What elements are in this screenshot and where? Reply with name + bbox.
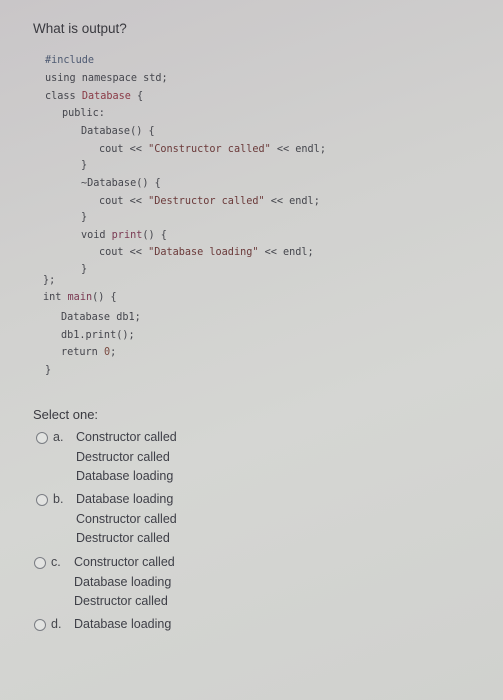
code-line: db1.print(); <box>61 330 135 341</box>
code-line: void print() { <box>81 230 167 241</box>
code-token: ~Database() { <box>81 178 161 189</box>
code-token: () { <box>142 230 167 241</box>
option-text-line: Constructor called <box>76 430 177 444</box>
code-token: return <box>61 347 104 358</box>
code-token: << endl; <box>270 144 326 155</box>
code-token: print <box>111 230 143 241</box>
option-text-line: Destructor called <box>74 594 168 609</box>
code-token: Database() { <box>81 126 155 137</box>
code-line: #include <box>45 55 94 66</box>
code-line: Database db1; <box>61 312 141 323</box>
code-token: class <box>45 91 82 102</box>
code-token: int <box>43 292 68 303</box>
code-line: int main() { <box>43 292 117 303</box>
code-token: void <box>81 230 112 241</box>
code-line: class Database { <box>45 91 143 102</box>
code-token: cout << <box>99 144 149 155</box>
option-letter: a. <box>53 430 64 444</box>
code-token: main <box>67 292 93 303</box>
option-letter: b. <box>53 492 64 506</box>
radio-button[interactable] <box>36 432 48 444</box>
code-line: } <box>81 212 87 223</box>
code-line: cout << "Constructor called" << endl; <box>99 144 326 155</box>
option-letter: c. <box>51 555 61 569</box>
radio-button[interactable] <box>36 494 48 506</box>
code-line: } <box>81 160 87 171</box>
code-line: } <box>45 365 51 376</box>
option-text-line: Database loading <box>74 574 172 589</box>
code-token: () { <box>92 292 117 303</box>
code-token: { <box>130 91 144 102</box>
option-text[interactable]: Database loading <box>74 617 171 637</box>
code-line: }; <box>43 275 55 286</box>
option-text-line: Database loading <box>76 492 174 506</box>
option-text[interactable]: Constructor called Destructor called Datab… <box>76 430 177 489</box>
option-text-line: Destructor called <box>76 531 170 546</box>
code-token: ; <box>110 347 117 358</box>
code-line: Database() { <box>81 126 155 137</box>
code-line: cout << "Database loading" << endl; <box>99 247 314 258</box>
code-token: "Destructor called" <box>148 196 265 207</box>
question-title: What is output? <box>33 21 127 36</box>
code-token: << endl; <box>264 196 320 207</box>
code-line: return 0; <box>61 347 116 358</box>
option-letter: d. <box>51 617 62 631</box>
code-token: cout << <box>99 196 149 207</box>
code-token: } <box>45 365 52 376</box>
code-token: #include <box>45 55 95 66</box>
code-token: public: <box>62 108 105 119</box>
code-line: } <box>81 264 87 275</box>
code-token: << endl; <box>258 247 314 258</box>
code-token: } <box>81 264 88 275</box>
option-text[interactable]: Database loading Constructor called Destru… <box>76 492 177 551</box>
option-text-line: Constructor called <box>76 511 177 526</box>
code-line: using namespace std; <box>45 73 168 84</box>
radio-button[interactable] <box>34 619 46 631</box>
code-token: "Database loading" <box>148 247 259 258</box>
code-token: cout << <box>99 247 149 258</box>
code-token: db1.print(); <box>61 330 135 341</box>
code-token: "Constructor called" <box>148 144 271 155</box>
option-text-line: Database loading <box>76 469 174 484</box>
code-token: Database <box>81 91 131 102</box>
option-text[interactable]: Constructor called Database loading Destru… <box>74 555 175 614</box>
option-text-line: Database loading <box>74 617 172 631</box>
code-token: } <box>81 160 88 171</box>
radio-button[interactable] <box>34 557 46 569</box>
code-line: cout << "Destructor called" << endl; <box>99 196 320 207</box>
select-one-label: Select one: <box>33 407 99 422</box>
option-text-line: Destructor called <box>76 449 170 464</box>
code-token: }; <box>43 275 56 286</box>
code-token: using namespace std; <box>45 73 168 84</box>
option-text-line: Constructor called <box>74 555 175 569</box>
code-line: public: <box>62 108 105 119</box>
code-line: ~Database() { <box>81 178 161 189</box>
code-token: Database db1; <box>61 312 141 323</box>
code-token: } <box>81 212 88 223</box>
